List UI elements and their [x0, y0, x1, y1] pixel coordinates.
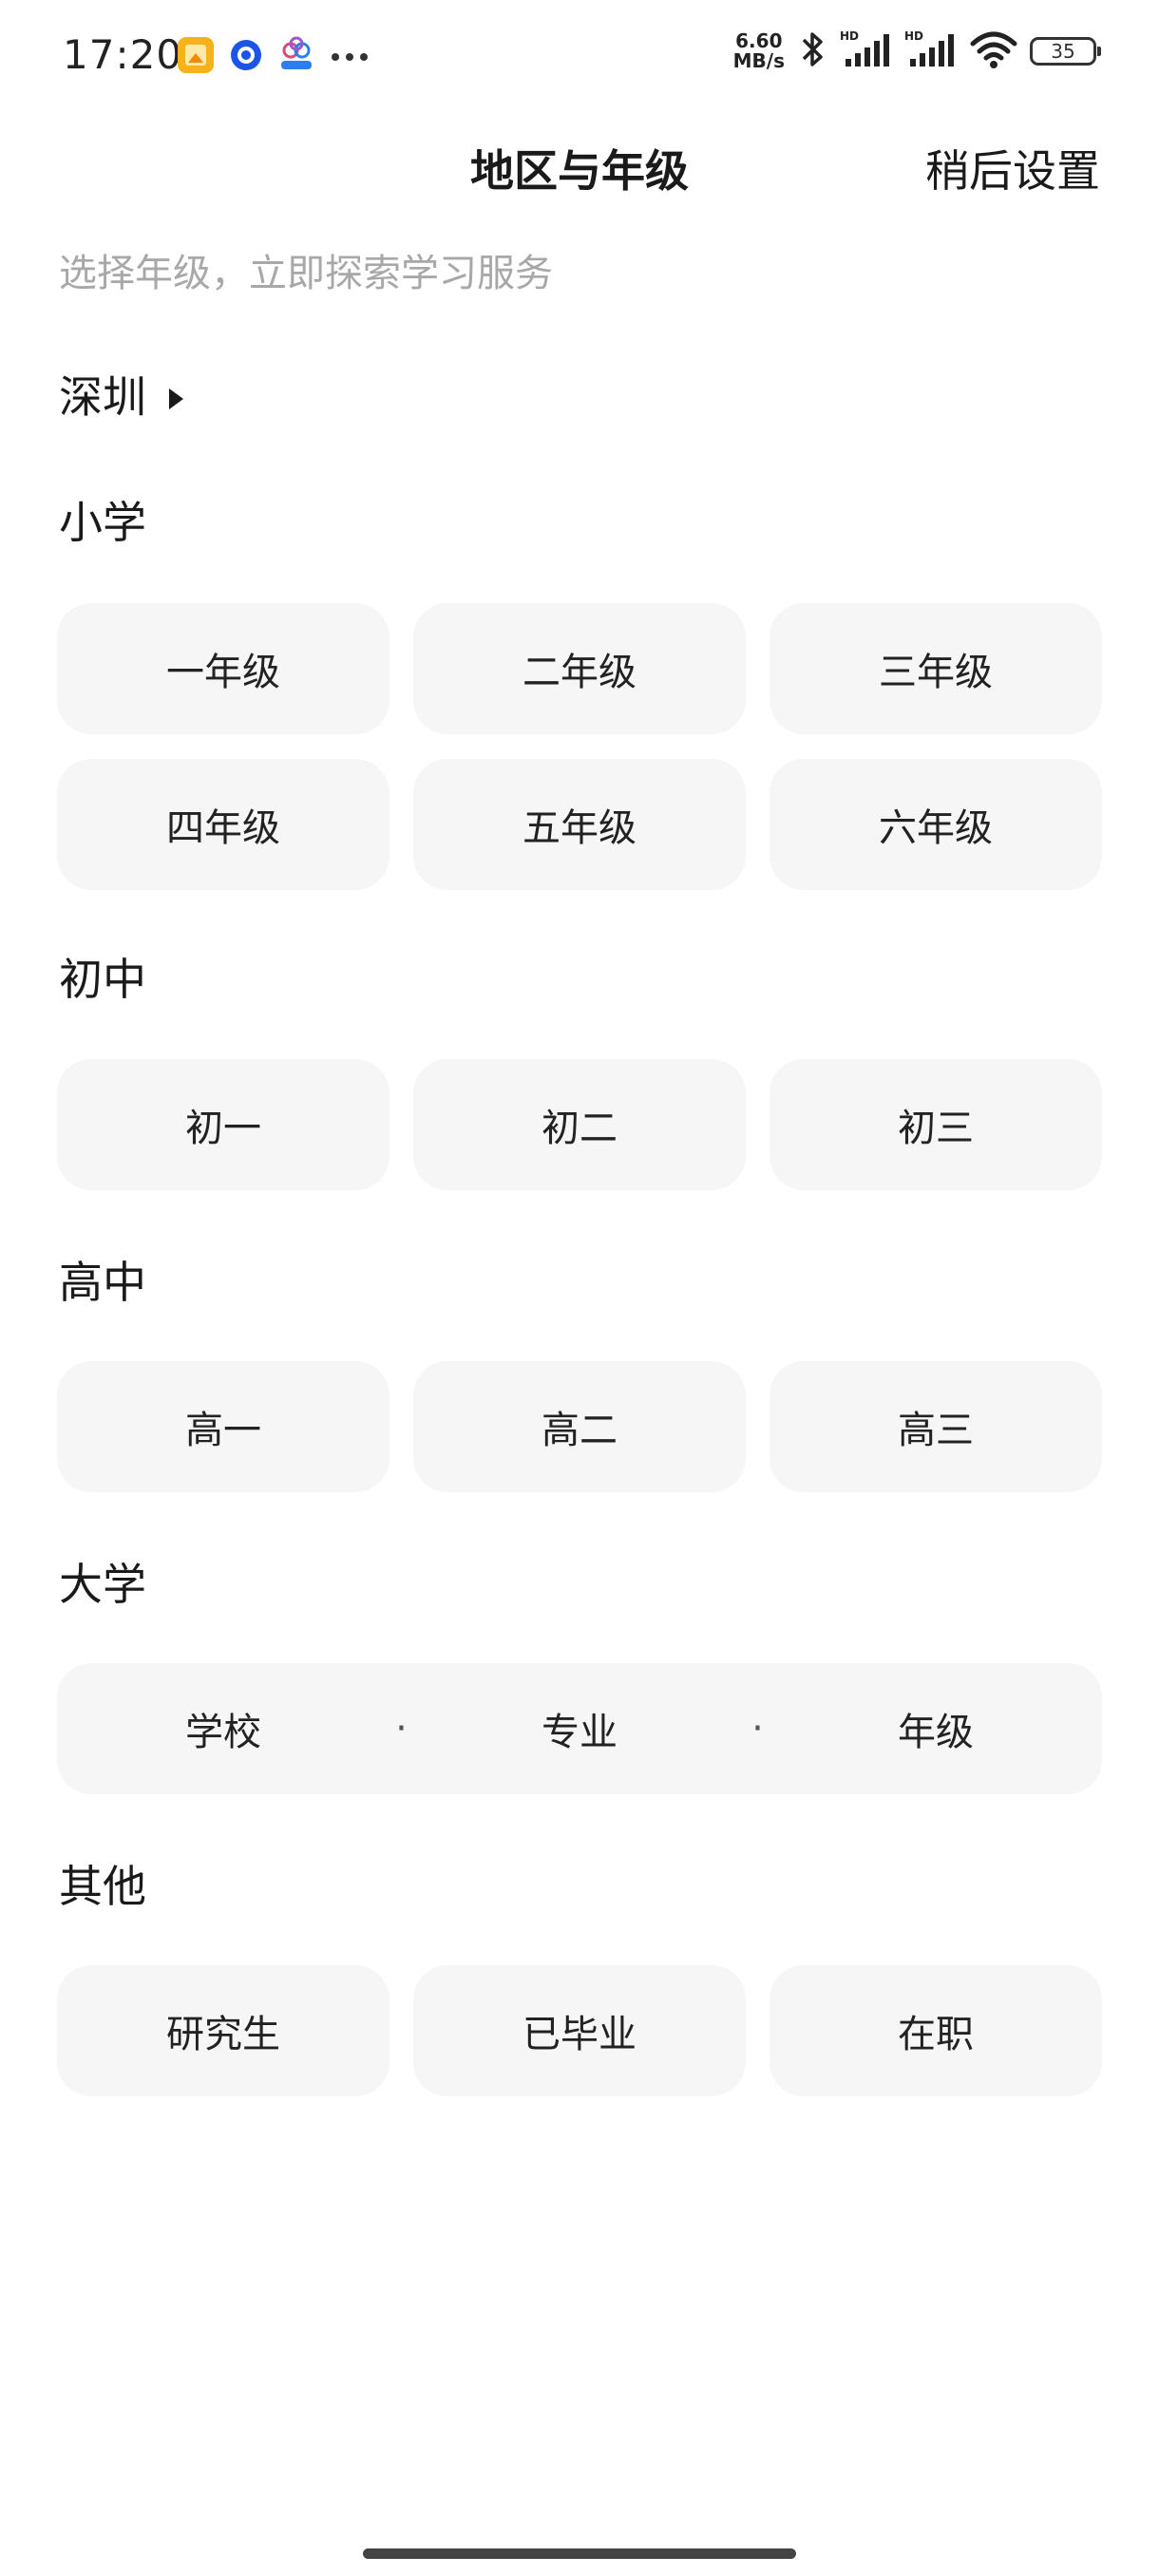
grade-option-junior-1[interactable]: 初一	[57, 1059, 390, 1190]
page-subtitle: 选择年级，立即探索学习服务	[59, 252, 553, 295]
university-separator: ·	[395, 1707, 408, 1751]
other-option-graduated[interactable]: 已毕业	[413, 1965, 746, 2096]
university-separator: ·	[751, 1707, 764, 1751]
grade-option-senior-3[interactable]: 高三	[770, 1361, 1102, 1492]
university-major: 专业	[542, 1711, 618, 1754]
grade-grid-primary: 一年级 二年级 三年级 四年级 五年级 六年级	[57, 603, 1102, 890]
net-speed: 6.60 MB/s	[733, 31, 785, 71]
set-later-button[interactable]: 稍后设置	[925, 133, 1100, 209]
bluetooth-icon	[796, 28, 828, 74]
triangle-right-icon	[169, 388, 183, 409]
grade-grid-junior: 初一 初二 初三	[57, 1059, 1102, 1190]
home-indicator[interactable]	[363, 2548, 796, 2559]
grade-option-4[interactable]: 四年级	[57, 759, 390, 890]
region-selector[interactable]: 深圳	[59, 363, 183, 431]
university-grade: 年级	[898, 1711, 974, 1754]
svg-text:HD: HD	[904, 29, 923, 43]
status-time: 17:20	[63, 31, 183, 78]
net-speed-unit: MB/s	[732, 49, 785, 72]
signal-hd-icon: HD	[840, 28, 893, 74]
university-selector[interactable]: 学校 · 专业 · 年级	[57, 1663, 1102, 1794]
app-icon	[277, 36, 315, 78]
battery-icon: 35	[1030, 37, 1101, 66]
gallery-icon	[177, 36, 215, 78]
header: 地区与年级 稍后设置	[0, 133, 1159, 209]
university-school: 学校	[185, 1711, 261, 1754]
grade-option-2[interactable]: 二年级	[413, 603, 746, 734]
region-city: 深圳	[59, 371, 146, 423]
browser-icon	[230, 39, 262, 75]
section-title-primary: 小学	[59, 497, 146, 548]
other-option-employed[interactable]: 在职	[770, 1965, 1102, 2096]
grade-grid-other: 研究生 已毕业 在职	[57, 1965, 1102, 2096]
wifi-icon	[969, 28, 1018, 74]
battery-level: 35	[1051, 40, 1075, 63]
other-option-graduate-student[interactable]: 研究生	[57, 1965, 390, 2096]
status-right: 6.60 MB/s HD HD 35	[733, 28, 1101, 74]
notification-icons	[177, 36, 369, 78]
section-title-university: 大学	[59, 1559, 146, 1610]
section-title-senior: 高中	[59, 1257, 146, 1308]
status-bar: 17:20 6.60 MB/s HD HD 35	[0, 0, 1159, 109]
net-speed-value: 6.60	[735, 29, 783, 52]
grade-option-6[interactable]: 六年级	[770, 759, 1102, 890]
grade-grid-senior: 高一 高二 高三	[57, 1361, 1102, 1492]
grade-option-junior-2[interactable]: 初二	[413, 1059, 746, 1190]
grade-option-5[interactable]: 五年级	[413, 759, 746, 890]
grade-option-senior-2[interactable]: 高二	[413, 1361, 746, 1492]
section-title-junior: 初中	[59, 954, 146, 1005]
svg-text:HD: HD	[840, 29, 859, 43]
grade-option-1[interactable]: 一年级	[57, 603, 390, 734]
grade-option-3[interactable]: 三年级	[770, 603, 1102, 734]
grade-option-senior-1[interactable]: 高一	[57, 1361, 390, 1492]
more-dots-icon	[331, 48, 369, 66]
grade-option-junior-3[interactable]: 初三	[770, 1059, 1102, 1190]
signal-hd-icon: HD	[904, 28, 958, 74]
section-title-other: 其他	[59, 1861, 146, 1912]
